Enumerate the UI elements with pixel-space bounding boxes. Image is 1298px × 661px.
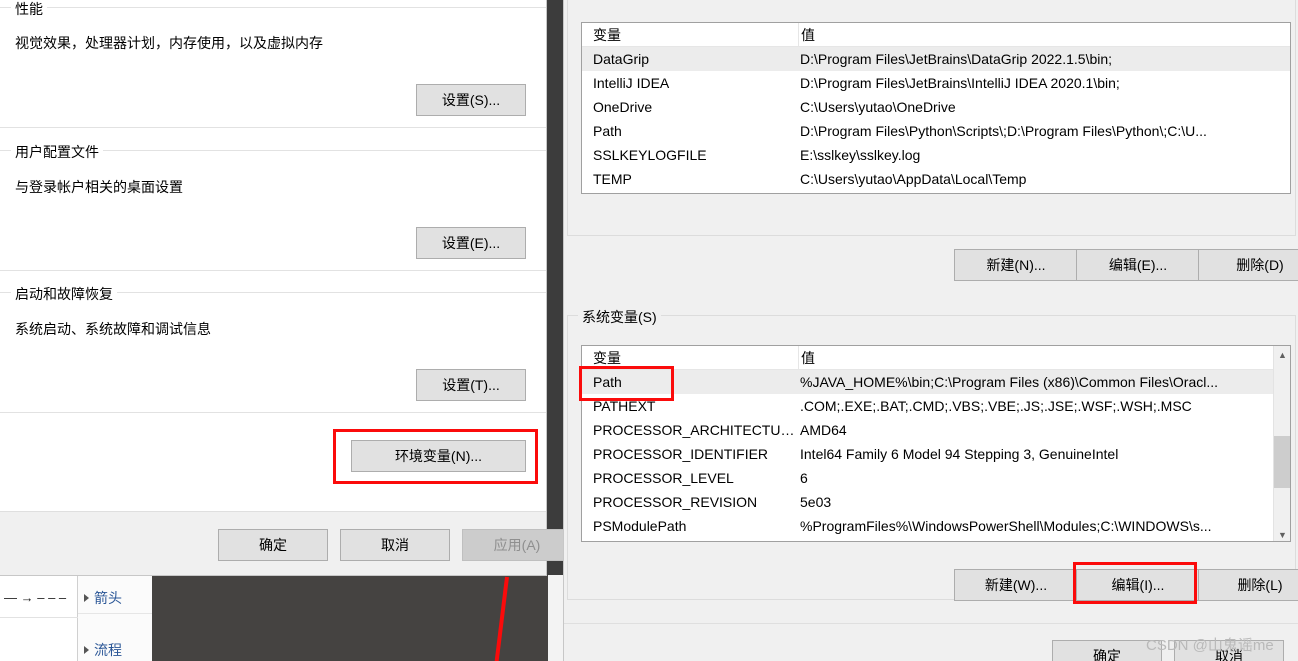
variable-name: OneDrive xyxy=(593,99,653,115)
user-variables-new-button[interactable]: 新建(N)... xyxy=(954,249,1078,281)
variable-value: E:\sslkey\sslkey.log xyxy=(800,147,921,163)
variable-value: D:\Program Files\JetBrains\IntelliJ IDEA… xyxy=(800,75,1120,91)
performance-settings-button[interactable]: 设置(S)... xyxy=(416,84,526,116)
variable-name: PROCESSOR_LEVEL xyxy=(593,470,734,486)
annotation-box-system-edit-button xyxy=(1073,562,1197,604)
variable-value: C:\Users\yutao\OneDrive xyxy=(800,99,956,115)
table-row[interactable]: IntelliJ IDEA D:\Program Files\JetBrains… xyxy=(582,71,1290,95)
table-row[interactable]: Path %JAVA_HOME%\bin;C:\Program Files (x… xyxy=(582,370,1290,394)
annotation-box-path-variable xyxy=(579,366,674,401)
system-variables-scrollbar[interactable]: ▲ ▼ xyxy=(1273,346,1290,541)
column-header-value[interactable]: 值 xyxy=(798,346,1290,370)
column-header-value[interactable]: 值 xyxy=(798,23,1290,47)
table-row[interactable]: SSLKEYLOGFILE E:\sslkey\sslkey.log xyxy=(582,143,1290,167)
chevron-right-icon xyxy=(84,646,89,654)
variable-name: PROCESSOR_ARCHITECTURE xyxy=(593,422,798,438)
variable-name: PROCESSOR_IDENTIFIER xyxy=(593,446,769,462)
system-variables-list[interactable]: 变量 值 Path %JAVA_HOME%\bin;C:\Program Fil… xyxy=(581,345,1291,542)
variable-value: D:\Program Files\JetBrains\DataGrip 2022… xyxy=(800,51,1113,67)
variable-value: D:\Program Files\Python\Scripts\;D:\Prog… xyxy=(800,123,1207,139)
system-variables-group-title: 系统变量(S) xyxy=(578,307,661,327)
variable-name: DataGrip xyxy=(593,51,650,67)
variable-name: TEMP xyxy=(593,171,632,187)
column-header-variable[interactable]: 变量 xyxy=(582,348,798,368)
variable-value: Intel64 Family 6 Model 94 Stepping 3, Ge… xyxy=(800,446,1119,462)
scroll-up-arrow-icon[interactable]: ▲ xyxy=(1274,346,1290,363)
user-profiles-group-description: 与登录帐户相关的桌面设置 xyxy=(15,179,183,195)
variable-value: %JAVA_HOME%\bin;C:\Program Files (x86)\C… xyxy=(800,374,1219,390)
performance-group-description: 视觉效果，处理器计划，内存使用，以及虚拟内存 xyxy=(15,35,323,51)
variable-value: .COM;.EXE;.BAT;.CMD;.VBS;.VBE;.JS;.JSE;.… xyxy=(800,398,1192,414)
table-row[interactable]: PROCESSOR_IDENTIFIER Intel64 Family 6 Mo… xyxy=(582,442,1290,466)
table-row[interactable]: DataGrip D:\Program Files\JetBrains\Data… xyxy=(582,47,1290,71)
variable-name: Path xyxy=(593,123,622,139)
screenshot-root: — → – – – 箭头 流程 性能 视觉效果，处理器计划，内存使用，以及虚拟内… xyxy=(0,0,1298,661)
background-tree-item-label: 箭头 xyxy=(94,590,122,606)
user-profiles-settings-button[interactable]: 设置(E)... xyxy=(416,227,526,259)
table-row[interactable]: PROCESSOR_REVISION 5e03 xyxy=(582,490,1290,514)
user-variables-list-header: 变量 值 xyxy=(582,23,1290,47)
cancel-button[interactable]: 取消 xyxy=(340,529,450,561)
table-row[interactable]: PROCESSOR_LEVEL 6 xyxy=(582,466,1290,490)
performance-group-title: 性能 xyxy=(11,0,47,19)
system-properties-footer: 确定 取消 应用(A) xyxy=(0,511,572,575)
table-row[interactable]: TMP C:\Users\yutao\AppData\Local\Temp xyxy=(582,191,1290,193)
table-row[interactable]: OneDrive C:\Users\yutao\OneDrive xyxy=(582,95,1290,119)
table-row[interactable]: PSModulePath %ProgramFiles%\WindowsPower… xyxy=(582,514,1290,538)
variable-name: SSLKEYLOGFILE xyxy=(593,147,707,163)
user-variables-delete-button[interactable]: 删除(D) xyxy=(1198,249,1298,281)
variable-name: PROCESSOR_REVISION xyxy=(593,494,758,510)
table-row[interactable]: PROCESSOR_ARCHITECTURE AMD64 xyxy=(582,418,1290,442)
user-variables-list[interactable]: 变量 值 DataGrip D:\Program Files\JetBrains… xyxy=(581,22,1291,194)
apply-button: 应用(A) xyxy=(462,529,572,561)
user-variables-edit-button[interactable]: 编辑(E)... xyxy=(1076,249,1200,281)
watermark: CSDN @山鬼谣me xyxy=(1146,637,1274,654)
startup-recovery-group-title: 启动和故障恢复 xyxy=(11,284,117,304)
system-variables-list-header: 变量 值 xyxy=(582,346,1290,370)
background-divider xyxy=(0,617,78,618)
ok-button[interactable]: 确定 xyxy=(218,529,328,561)
startup-recovery-settings-button[interactable]: 设置(T)... xyxy=(416,369,526,401)
table-row[interactable]: TEMP C:\Users\yutao\AppData\Local\Temp xyxy=(582,167,1290,191)
system-variables-delete-button[interactable]: 删除(L) xyxy=(1198,569,1298,601)
variable-value: AMD64 xyxy=(800,422,847,438)
background-tree-item-flowchart[interactable]: 流程 xyxy=(84,640,122,660)
column-header-variable[interactable]: 变量 xyxy=(582,25,798,45)
table-row[interactable]: PATHEXT .COM;.EXE;.BAT;.CMD;.VBS;.VBE;.J… xyxy=(582,394,1290,418)
variable-name: PSModulePath xyxy=(593,518,687,534)
variable-value: C:\Users\yutao\AppData\Local\Temp xyxy=(800,171,1027,187)
variable-value: 5e03 xyxy=(800,494,832,510)
background-canvas xyxy=(152,575,548,661)
background-tree-separator xyxy=(78,613,153,614)
background-tree-item-label: 流程 xyxy=(94,642,122,658)
chevron-right-icon xyxy=(84,594,89,602)
variable-name: IntelliJ IDEA xyxy=(593,75,670,91)
variable-value: %ProgramFiles%\WindowsPowerShell\Modules… xyxy=(800,518,1212,534)
system-properties-dialog: 性能 视觉效果，处理器计划，内存使用，以及虚拟内存 设置(S)... 用户配置文… xyxy=(0,0,572,576)
variable-value: 6 xyxy=(800,470,808,486)
table-row[interactable]: Path D:\Program Files\Python\Scripts\;D:… xyxy=(582,119,1290,143)
scroll-down-arrow-icon[interactable]: ▼ xyxy=(1274,526,1290,541)
background-tree-item-arrow[interactable]: 箭头 xyxy=(84,588,122,608)
user-profiles-group-title: 用户配置文件 xyxy=(11,142,103,162)
background-arrow-shapes: — → – – – xyxy=(4,589,67,605)
scrollbar-thumb[interactable] xyxy=(1274,436,1290,488)
table-row[interactable]: TEMP C:\WINDOWS\TEMP xyxy=(582,538,1290,541)
annotation-box-environment-variables xyxy=(333,429,538,484)
system-variables-new-button[interactable]: 新建(W)... xyxy=(954,569,1078,601)
startup-recovery-group-description: 系统启动、系统故障和调试信息 xyxy=(15,321,211,337)
